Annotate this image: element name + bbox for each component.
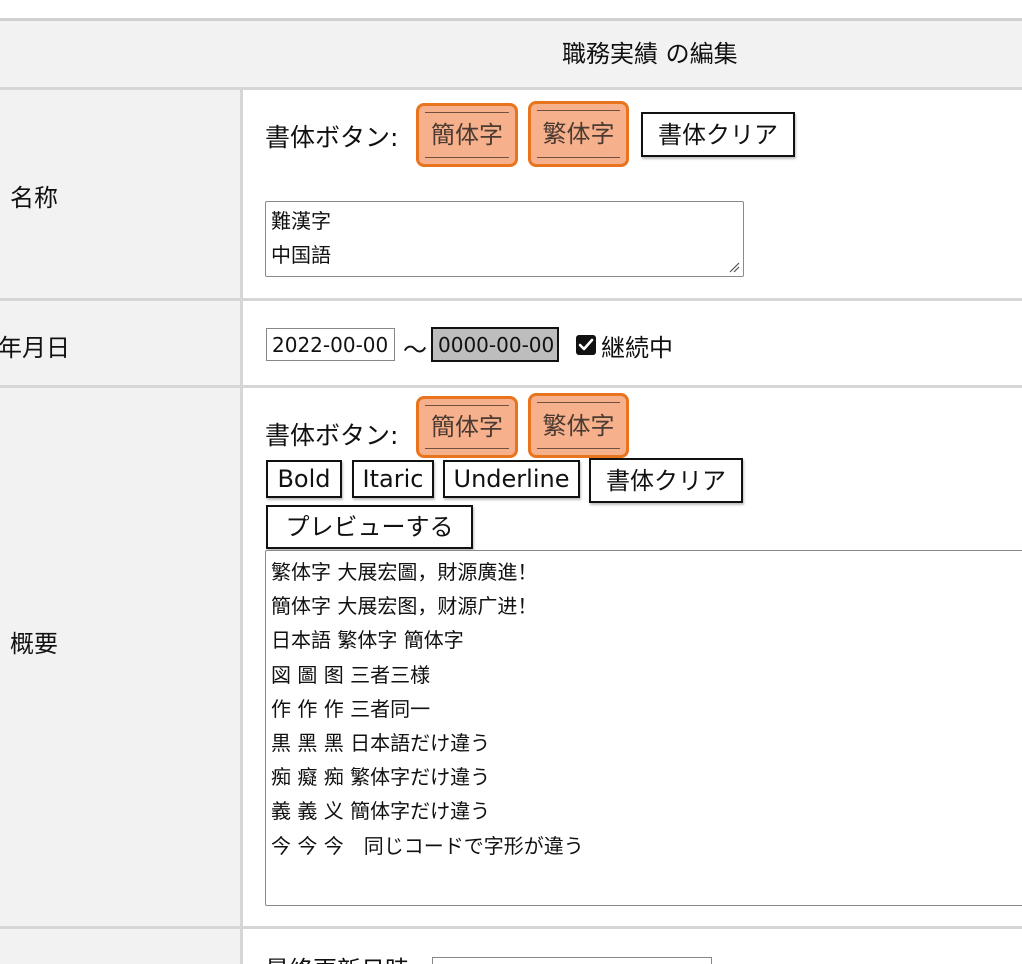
start-date-input[interactable]: 2022-00-00	[266, 328, 395, 361]
textarea-line: 義 義 义 簡体字だけ違う	[271, 799, 491, 824]
simplified-chinese-button[interactable]: 簡体字	[416, 103, 518, 167]
textarea-line: 痴 癡 痴 繁体字だけ違う	[271, 765, 491, 790]
ongoing-checkbox[interactable]	[576, 335, 596, 355]
row-divider	[0, 385, 1022, 388]
textarea-line: 中国語	[271, 243, 331, 267]
edit-page: 職務実績 の編集 名称 書体ボタン: 簡体字 繁体字 書体クリア 難漢字 中国語…	[0, 0, 1022, 964]
date-label: 年月日	[0, 334, 70, 362]
italic-button[interactable]: Itaric	[352, 460, 434, 498]
summary-label: 概要	[10, 630, 58, 658]
textarea-line: 簡体字 大展宏图，财源广进！	[271, 594, 538, 619]
textarea-line: 繁体字 大展宏圖，財源廣進！	[271, 560, 538, 584]
preview-button[interactable]: プレビューする	[266, 505, 473, 549]
font-buttons-label: 書体ボタン:	[265, 421, 399, 450]
traditional-chinese-button[interactable]: 繁体字	[528, 393, 629, 458]
bold-button[interactable]: Bold	[266, 460, 342, 498]
last-updated-input[interactable]	[432, 957, 712, 964]
column-divider	[240, 90, 243, 964]
textarea-line: 難漢字	[271, 209, 331, 233]
date-range-separator: 〜	[403, 336, 427, 364]
row-divider	[0, 298, 1022, 301]
underline-button[interactable]: Underline	[443, 460, 580, 498]
textarea-line: 今 今 今 同じコードで字形が違う	[271, 833, 584, 858]
checkmark-icon	[578, 338, 594, 351]
traditional-chinese-button[interactable]: 繁体字	[528, 101, 629, 167]
name-label: 名称	[10, 184, 58, 212]
textarea-line: 図 圖 图 三者三様	[271, 662, 431, 687]
simplified-chinese-button[interactable]: 簡体字	[416, 396, 518, 458]
header-bar	[0, 21, 1022, 88]
label-cell-updated	[0, 929, 240, 964]
page-title: 職務実績 の編集	[562, 40, 738, 68]
ongoing-label: 継続中	[601, 334, 673, 362]
clear-font-button[interactable]: 書体クリア	[589, 458, 743, 503]
resize-grip-icon[interactable]	[728, 261, 740, 273]
name-textarea[interactable]: 難漢字 中国語	[265, 201, 744, 277]
end-date-input[interactable]: 0000-00-00	[431, 327, 559, 362]
clear-font-button[interactable]: 書体クリア	[641, 112, 795, 157]
last-updated-label: 最終更新日時	[265, 950, 409, 964]
font-buttons-label: 書体ボタン:	[265, 123, 399, 152]
textarea-line: 作 作 作 三者同一	[271, 696, 431, 721]
row-divider	[0, 926, 1022, 929]
textarea-line: 日本語 繁体字 簡体字	[271, 628, 464, 653]
textarea-line: 黒 黑 黑 日本語だけ違う	[271, 731, 491, 756]
summary-textarea[interactable]: 繁体字 大展宏圖，財源廣進！ 簡体字 大展宏图，财源广进！ 日本語 繁体字 簡体…	[265, 550, 1022, 906]
